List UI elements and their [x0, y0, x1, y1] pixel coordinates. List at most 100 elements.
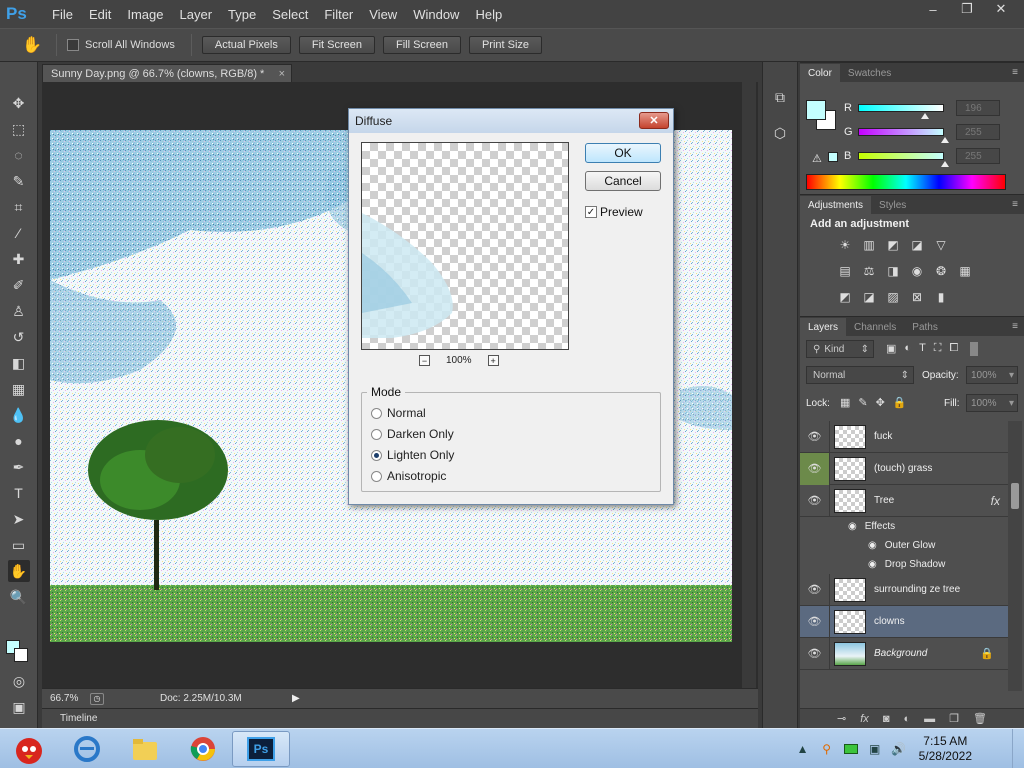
dropdown-arrow-icon[interactable]: ▾ — [1009, 370, 1014, 381]
internet-explorer-icon[interactable] — [58, 731, 116, 767]
layer-row[interactable]: 👁 (touch) grass — [800, 452, 1008, 485]
curves-icon[interactable]: ◩ — [884, 238, 902, 252]
close-tab-icon[interactable]: × — [279, 68, 285, 80]
panel-menu-icon[interactable]: ≡ — [1012, 67, 1018, 78]
minimize-button[interactable]: – — [916, 0, 950, 18]
menu-select[interactable]: Select — [264, 0, 316, 28]
selective-color-icon[interactable]: ⊠ — [908, 290, 926, 304]
fill-input[interactable]: 100% ▾ — [966, 394, 1018, 412]
layer-row-selected[interactable]: 👁 clowns — [800, 605, 1008, 638]
layer-row[interactable]: 👁 Tree fx — [800, 484, 1008, 517]
posterize-icon[interactable]: ◪ — [860, 290, 878, 304]
lock-position-icon[interactable]: ✥ — [876, 396, 885, 409]
visibility-eye-icon[interactable]: 👁 — [800, 605, 830, 638]
clock[interactable]: 7:15 AM 5/28/2022 — [919, 734, 972, 764]
status-menu-arrow-icon[interactable]: ▶ — [292, 693, 300, 704]
effect-row[interactable]: ◉ Drop Shadow — [800, 555, 1008, 574]
zoom-tool-icon[interactable]: 🔍 — [8, 586, 30, 608]
tab-channels[interactable]: Channels — [846, 318, 904, 336]
restore-button[interactable]: ❐ — [950, 0, 984, 18]
invert-icon[interactable]: ◩ — [836, 290, 854, 304]
add-mask-icon[interactable]: ◙ — [883, 713, 890, 725]
blue-value[interactable]: 255 — [956, 148, 1000, 164]
out-of-gamut-warning-icon[interactable]: ⚠ — [812, 152, 822, 165]
radio-button[interactable] — [371, 407, 382, 419]
status-info-icon[interactable]: ◷ — [90, 692, 104, 705]
move-tool-icon[interactable]: ✥ — [8, 92, 30, 114]
radio-button[interactable] — [371, 470, 382, 482]
green-value[interactable]: 255 — [956, 124, 1000, 140]
zoom-in-button[interactable]: + — [487, 355, 499, 366]
eraser-tool-icon[interactable]: ◧ — [8, 352, 30, 374]
dialog-titlebar[interactable]: Diffuse ✕ — [349, 109, 673, 133]
mode-radio-darken-only[interactable]: Darken Only — [371, 427, 454, 441]
scrollbar-thumb[interactable] — [1011, 483, 1019, 509]
layers-scrollbar[interactable] — [1008, 421, 1022, 691]
zoom-level[interactable]: 66.7% — [42, 693, 86, 704]
green-slider[interactable] — [858, 128, 949, 143]
dialog-close-button[interactable]: ✕ — [639, 112, 669, 129]
mode-radio-lighten-only[interactable]: Lighten Only — [371, 448, 454, 462]
tab-layers[interactable]: Layers — [800, 318, 847, 336]
levels-icon[interactable]: ▥ — [860, 238, 878, 252]
history-panel-icon[interactable]: ⧉ — [769, 86, 791, 108]
panel-menu-icon[interactable]: ≡ — [1012, 199, 1018, 210]
green-slider-handle[interactable] — [941, 137, 949, 143]
photoshop-taskbar-icon[interactable]: Ps — [232, 730, 290, 767]
radio-button[interactable] — [371, 428, 382, 440]
lock-transparent-icon[interactable]: ▦ — [840, 396, 850, 409]
print-size-button[interactable]: Print Size — [468, 36, 543, 54]
menu-view[interactable]: View — [361, 0, 405, 28]
red-slider[interactable] — [858, 104, 944, 119]
effects-eye-icon[interactable]: ◉ — [848, 521, 857, 532]
new-group-icon[interactable]: ▬ — [924, 713, 935, 725]
ok-button[interactable]: OK — [585, 143, 661, 163]
marquee-tool-icon[interactable]: ⬚ — [8, 118, 30, 140]
type-tool-icon[interactable]: T — [8, 482, 30, 504]
mode-radio-anisotropic[interactable]: Anisotropic — [371, 469, 446, 483]
actual-pixels-button[interactable]: Actual Pixels — [201, 36, 291, 54]
tab-color[interactable]: Color — [800, 64, 840, 82]
preview-checkbox[interactable]: ✓ — [585, 206, 597, 218]
threshold-icon[interactable]: ▨ — [884, 290, 902, 304]
network-icon[interactable]: ▣ — [865, 739, 885, 759]
channel-mixer-icon[interactable]: ❂ — [932, 264, 950, 278]
effect-eye-icon[interactable]: ◉ — [868, 540, 877, 551]
lock-all-icon[interactable]: 🔒 — [893, 396, 907, 409]
blue-slider-handle[interactable] — [941, 161, 949, 167]
menu-image[interactable]: Image — [119, 0, 171, 28]
filter-toggle-icon[interactable] — [970, 342, 979, 356]
color-lookup-icon[interactable]: ▦ — [956, 264, 974, 278]
clone-stamp-tool-icon[interactable]: ♙ — [8, 300, 30, 322]
dodge-tool-icon[interactable]: ● — [8, 430, 30, 452]
gradient-map-icon[interactable]: ▮ — [932, 290, 950, 304]
vibrance-icon[interactable]: ▽ — [932, 238, 950, 252]
brightness-contrast-icon[interactable]: ☀ — [836, 238, 854, 252]
visibility-eye-icon[interactable]: 👁 — [800, 420, 830, 453]
timeline-panel-tab[interactable]: Timeline — [42, 708, 758, 728]
effect-eye-icon[interactable]: ◉ — [868, 559, 877, 570]
color-spectrum-bar[interactable] — [806, 174, 1006, 190]
opacity-input[interactable]: 100% ▾ — [966, 366, 1018, 384]
quick-mask-icon[interactable]: ◎ — [8, 670, 30, 692]
new-layer-icon[interactable]: ❐ — [949, 712, 959, 725]
hand-tool-icon[interactable]: ✋ — [7, 560, 30, 582]
quick-select-tool-icon[interactable]: ✎ — [8, 170, 30, 192]
gradient-tool-icon[interactable]: ▦ — [8, 378, 30, 400]
delete-layer-icon[interactable]: 🗑 — [973, 712, 987, 725]
menu-edit[interactable]: Edit — [81, 0, 119, 28]
document-tab[interactable]: Sunny Day.png @ 66.7% (clowns, RGB/8) * … — [42, 64, 292, 82]
pen-tool-icon[interactable]: ✒ — [8, 456, 30, 478]
smart-object-filter-icon[interactable]: ⧠ — [950, 342, 959, 356]
scroll-all-windows-checkbox[interactable] — [67, 39, 79, 51]
adjustment-filter-icon[interactable]: ◐ — [904, 342, 911, 356]
add-style-icon[interactable]: fx — [860, 713, 869, 725]
visibility-eye-icon[interactable]: 👁 — [800, 484, 830, 517]
show-desktop-button[interactable] — [1012, 729, 1024, 768]
show-hidden-icons-icon[interactable]: ▲ — [793, 739, 813, 759]
preview-checkbox-row[interactable]: ✓ Preview — [585, 205, 643, 219]
zoom-out-button[interactable]: − — [419, 355, 430, 366]
fit-screen-button[interactable]: Fit Screen — [298, 36, 375, 54]
tab-paths[interactable]: Paths — [904, 318, 946, 336]
chrome-icon[interactable] — [174, 731, 232, 767]
